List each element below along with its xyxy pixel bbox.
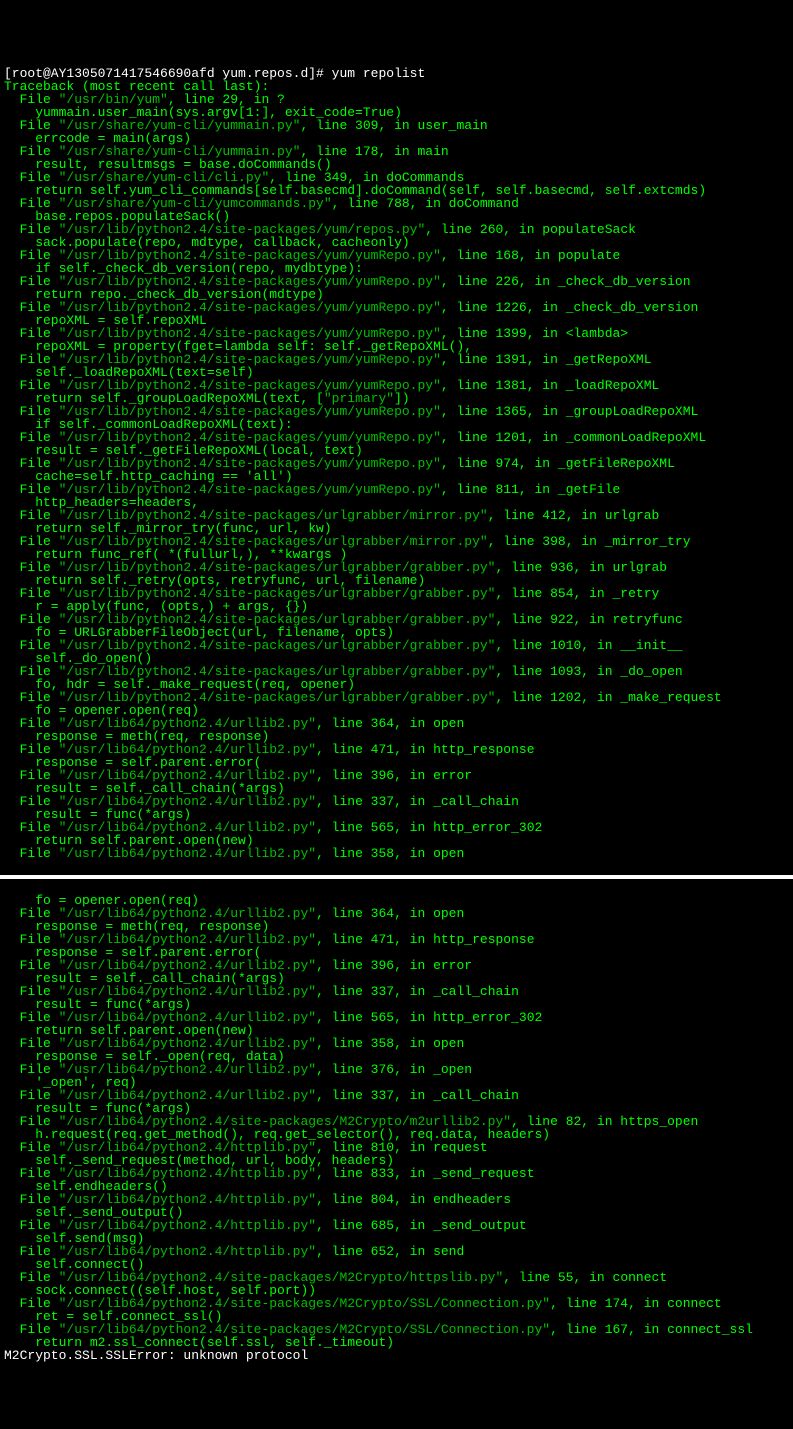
final-error: M2Crypto.SSL.SSLError: unknown protocol <box>4 1348 308 1363</box>
terminal-top[interactable]: [root@AY1305071417546690afd yum.repos.d]… <box>0 65 793 862</box>
traceback-top-body: File "/usr/bin/yum", line 29, in ? yumma… <box>4 92 722 861</box>
traceback-bottom-body: fo = opener.open(req) File "/usr/lib64/p… <box>4 893 753 1350</box>
command-text: yum repolist <box>332 66 426 81</box>
screenshot-divider <box>0 875 793 879</box>
terminal-bottom[interactable]: fo = opener.open(req) File "/usr/lib64/p… <box>0 892 793 1364</box>
